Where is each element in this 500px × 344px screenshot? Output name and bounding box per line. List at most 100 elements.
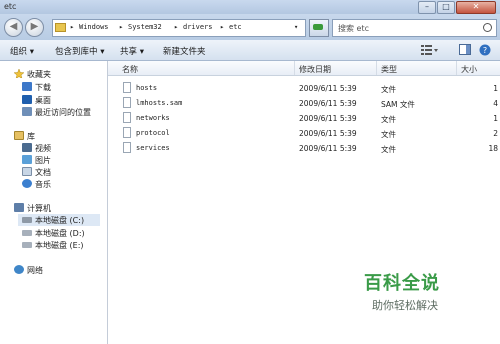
file-modified: 2009/6/11 5:39 bbox=[299, 129, 357, 138]
sidebar-item-label: 视频 bbox=[35, 144, 51, 153]
file-modified: 2009/6/11 5:39 bbox=[299, 99, 357, 108]
breadcrumb-drivers[interactable]: drivers bbox=[183, 23, 213, 31]
file-name: services bbox=[136, 144, 170, 152]
network-icon bbox=[14, 265, 24, 274]
file-modified: 2009/6/11 5:39 bbox=[299, 84, 357, 93]
close-button[interactable]: ✕ bbox=[456, 1, 496, 14]
chevron-down-icon[interactable]: ▾ bbox=[294, 23, 298, 31]
sidebar-item-label: 下载 bbox=[35, 83, 51, 92]
sidebar-item-label: 图片 bbox=[35, 156, 51, 165]
sidebar-item-label: 本地磁盘 (D:) bbox=[35, 229, 85, 238]
svg-text:?: ? bbox=[483, 46, 487, 55]
column-modified[interactable]: 修改日期 bbox=[299, 64, 331, 75]
column-name[interactable]: 名称 bbox=[122, 64, 138, 75]
file-size: 18 bbox=[488, 144, 498, 153]
file-size: 4 bbox=[493, 99, 498, 108]
file-modified: 2009/6/11 5:39 bbox=[299, 144, 357, 153]
column-divider[interactable] bbox=[456, 61, 457, 75]
search-input[interactable]: 搜索 etc bbox=[332, 19, 497, 37]
music-icon bbox=[22, 179, 32, 188]
file-name: hosts bbox=[136, 84, 158, 92]
navigation-pane: 收藏夹 下载 桌面 最近访问的位置 库 视频 图片 文档 音乐 计算机 本地磁盘… bbox=[0, 61, 108, 344]
desktop-icon bbox=[22, 95, 32, 104]
include-library-button[interactable]: 包含到库中 ▾ bbox=[55, 45, 104, 57]
breadcrumb-etc[interactable]: etc bbox=[229, 23, 242, 31]
refresh-button[interactable] bbox=[309, 19, 329, 37]
drive-icon bbox=[22, 217, 32, 223]
sidebar-item-label: 计算机 bbox=[27, 204, 51, 213]
breadcrumb-separator[interactable]: ▸ bbox=[119, 23, 123, 31]
sidebar-item-label: 最近访问的位置 bbox=[35, 108, 91, 117]
breadcrumb-windows[interactable]: Windows bbox=[79, 23, 109, 31]
file-type: 文件 bbox=[381, 115, 396, 124]
downloads-icon bbox=[22, 82, 32, 91]
sidebar-item-label: 库 bbox=[27, 132, 35, 141]
file-type: SAM 文件 bbox=[381, 100, 415, 109]
help-icon[interactable]: ? bbox=[479, 44, 491, 56]
title-bar: etc – □ ✕ bbox=[0, 0, 500, 14]
sidebar-item-drive-c[interactable]: 本地磁盘 (C:) bbox=[18, 214, 100, 226]
column-header: 名称 修改日期 类型 大小 bbox=[108, 61, 500, 76]
file-icon bbox=[123, 97, 131, 108]
file-icon bbox=[123, 127, 131, 138]
file-list: 名称 修改日期 类型 大小 hosts 2009/6/11 5:39 文件 1 … bbox=[108, 61, 500, 344]
file-type: 文件 bbox=[381, 130, 396, 139]
back-button[interactable]: ◀ bbox=[4, 18, 23, 37]
file-size: 1 bbox=[493, 84, 498, 93]
pictures-icon bbox=[22, 155, 32, 164]
table-row[interactable]: protocol 2009/6/11 5:39 文件 2 bbox=[108, 126, 500, 141]
table-row[interactable]: lmhosts.sam 2009/6/11 5:39 SAM 文件 4 bbox=[108, 96, 500, 111]
drive-icon bbox=[22, 230, 32, 236]
sidebar-item-label: 网络 bbox=[27, 266, 43, 275]
sidebar-item-label: 收藏夹 bbox=[27, 70, 51, 79]
forward-button[interactable]: ▶ bbox=[25, 18, 44, 37]
watermark-subtitle: 助你轻松解决 bbox=[372, 299, 438, 312]
file-icon bbox=[123, 82, 131, 93]
search-placeholder: 搜索 etc bbox=[338, 24, 369, 33]
preview-pane-icon[interactable] bbox=[459, 44, 471, 55]
table-row[interactable]: services 2009/6/11 5:39 文件 18 bbox=[108, 141, 500, 156]
table-row[interactable]: hosts 2009/6/11 5:39 文件 1 bbox=[108, 81, 500, 96]
column-divider[interactable] bbox=[294, 61, 295, 75]
video-icon bbox=[22, 143, 32, 152]
breadcrumb-separator[interactable]: ▸ bbox=[70, 23, 74, 31]
view-options-icon[interactable] bbox=[421, 44, 438, 55]
minimize-button[interactable]: – bbox=[418, 1, 436, 14]
watermark-title: 百科全说 bbox=[364, 273, 440, 294]
sidebar-item-label: 本地磁盘 (C:) bbox=[35, 216, 85, 225]
share-button[interactable]: 共享 ▾ bbox=[120, 45, 144, 57]
file-name: networks bbox=[136, 114, 170, 122]
search-icon[interactable] bbox=[483, 23, 492, 32]
file-icon bbox=[123, 142, 131, 153]
sidebar-item-label: 桌面 bbox=[35, 96, 51, 105]
column-size[interactable]: 大小 bbox=[461, 64, 477, 75]
file-size: 2 bbox=[493, 129, 498, 138]
table-row[interactable]: networks 2009/6/11 5:39 文件 1 bbox=[108, 111, 500, 126]
documents-icon bbox=[22, 167, 32, 176]
sidebar-item-label: 文档 bbox=[35, 168, 51, 177]
drive-icon bbox=[22, 242, 32, 248]
sidebar-item-label: 音乐 bbox=[35, 180, 51, 189]
organize-button[interactable]: 组织 ▾ bbox=[10, 45, 34, 57]
address-row: ◀ ▶ ▸ Windows ▸ System32 ▸ drivers ▸ etc… bbox=[0, 14, 500, 40]
breadcrumb-separator[interactable]: ▸ bbox=[174, 23, 178, 31]
address-bar[interactable]: ▸ Windows ▸ System32 ▸ drivers ▸ etc ▾ bbox=[52, 19, 306, 37]
file-type: 文件 bbox=[381, 85, 396, 94]
maximize-button[interactable]: □ bbox=[437, 1, 455, 14]
sidebar-item-label: 本地磁盘 (E:) bbox=[35, 241, 84, 250]
new-folder-button[interactable]: 新建文件夹 bbox=[163, 45, 206, 57]
refresh-icon bbox=[313, 24, 323, 30]
star-icon bbox=[14, 69, 24, 78]
file-type: 文件 bbox=[381, 145, 396, 154]
breadcrumb-system32[interactable]: System32 bbox=[128, 23, 162, 31]
column-type[interactable]: 类型 bbox=[381, 64, 397, 75]
folder-icon bbox=[55, 23, 66, 32]
file-name: lmhosts.sam bbox=[136, 99, 183, 107]
file-icon bbox=[123, 112, 131, 123]
column-divider[interactable] bbox=[376, 61, 377, 75]
computer-icon bbox=[14, 203, 24, 212]
file-size: 1 bbox=[493, 114, 498, 123]
breadcrumb-separator[interactable]: ▸ bbox=[220, 23, 224, 31]
recent-places-icon bbox=[22, 107, 32, 116]
window-title: etc bbox=[4, 2, 17, 11]
